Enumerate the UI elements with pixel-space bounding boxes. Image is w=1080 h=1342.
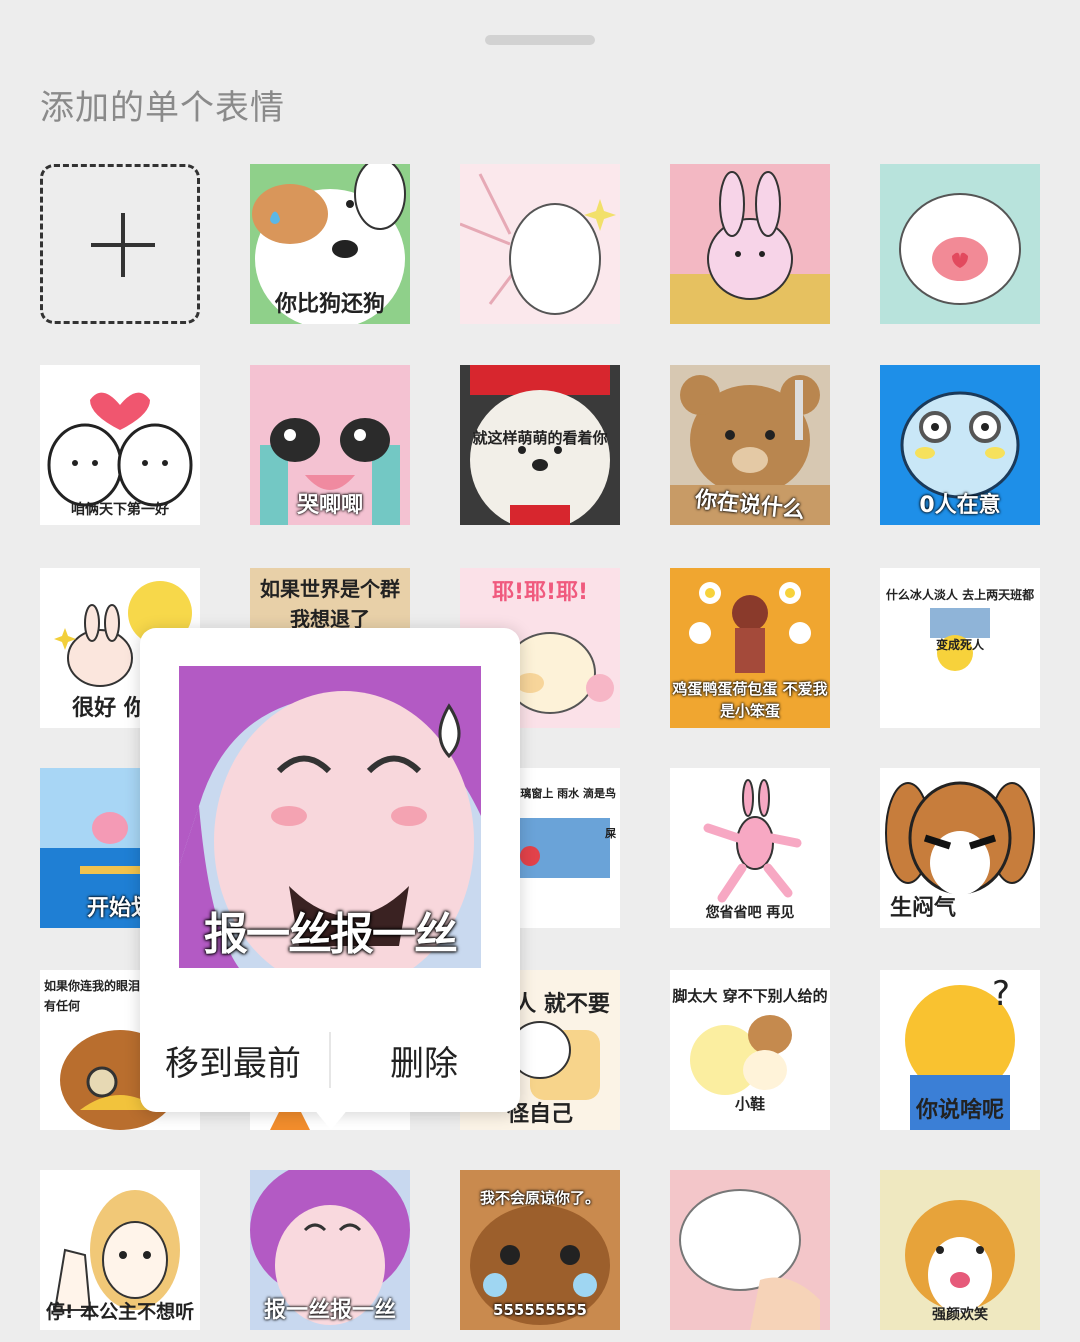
sticker-item[interactable]: 就这样萌萌的看着你: [460, 365, 620, 525]
sheet-drag-handle[interactable]: [485, 35, 595, 45]
sticker-context-popover: 报一丝报一丝 移到最前 删除: [140, 628, 520, 1112]
sticker-caption: 咱俩天下第一好: [71, 502, 169, 518]
sticker-item[interactable]: 你比狗还狗: [250, 164, 410, 324]
sticker-caption: 如果世界是个群 我想退了: [260, 577, 400, 631]
action-divider: [329, 1032, 331, 1088]
sticker-caption: 您省省吧 再见: [705, 905, 795, 921]
svg-text:?: ?: [992, 974, 1010, 1014]
popover-arrow: [313, 1108, 349, 1130]
add-sticker-button[interactable]: [40, 164, 200, 324]
sticker-caption: 脚太大 穿不下别人给的小鞋: [672, 987, 828, 1113]
sticker-item[interactable]: [880, 164, 1040, 324]
sticker-item[interactable]: [460, 164, 620, 324]
sticker-caption: 强颜欢笑: [932, 1307, 988, 1323]
sticker-caption: 鸡蛋鸭蛋荷包蛋 不爱我是小笨蛋: [672, 680, 828, 720]
sticker-item[interactable]: 脚太大 穿不下别人给的小鞋: [670, 970, 830, 1130]
sticker-caption: 你说啥呢: [915, 1098, 1004, 1123]
sticker-item[interactable]: 我不会原谅你了。 555555555: [460, 1170, 620, 1330]
sticker-caption: 报一丝报一丝: [263, 1298, 396, 1323]
sticker-caption: 耶!耶!耶!: [491, 580, 589, 605]
sticker-item[interactable]: 你在说什么: [670, 365, 830, 525]
sticker-caption: 就这样萌萌的看着你: [472, 429, 608, 447]
sticker-item[interactable]: [670, 1170, 830, 1330]
sticker-item[interactable]: [670, 164, 830, 324]
sticker-item[interactable]: 停! 本公主不想听: [40, 1170, 200, 1330]
sticker-caption: 生闷气: [890, 896, 957, 921]
sticker-preview: 报一丝报一丝: [179, 666, 481, 968]
sticker-caption: 什么冰人淡人 去上两天班都变成死人: [885, 588, 1035, 652]
sticker-caption: 你比狗还狗: [274, 292, 385, 317]
sticker-item[interactable]: 什么冰人淡人 去上两天班都变成死人: [880, 568, 1040, 728]
delete-button[interactable]: 删除: [390, 1036, 458, 1085]
sticker-caption: 停! 本公主不想听: [45, 1301, 195, 1323]
sticker-item[interactable]: 鸡蛋鸭蛋荷包蛋 不爱我是小笨蛋: [670, 568, 830, 728]
sticker-item[interactable]: 生闷气: [880, 768, 1040, 928]
sticker-item[interactable]: 咱俩天下第一好: [40, 365, 200, 525]
sticker-item[interactable]: 您省省吧 再见: [670, 768, 830, 928]
sticker-caption: 0人在意: [919, 493, 1001, 518]
section-title: 添加的单个表情: [40, 88, 285, 128]
sticker-item[interactable]: 哭唧唧: [250, 365, 410, 525]
sticker-item[interactable]: 强颜欢笑: [880, 1170, 1040, 1330]
move-to-front-button[interactable]: 移到最前: [165, 1036, 301, 1085]
sticker-item[interactable]: ? 你说啥呢: [880, 970, 1040, 1130]
sticker-item[interactable]: 报一丝报一丝: [250, 1170, 410, 1330]
sticker-caption: 我不会原谅你了。 555555555: [479, 1189, 600, 1319]
preview-caption: 报一丝报一丝: [204, 909, 458, 960]
sticker-caption: 哭唧唧: [296, 493, 363, 518]
sticker-item[interactable]: 0人在意: [880, 365, 1040, 525]
